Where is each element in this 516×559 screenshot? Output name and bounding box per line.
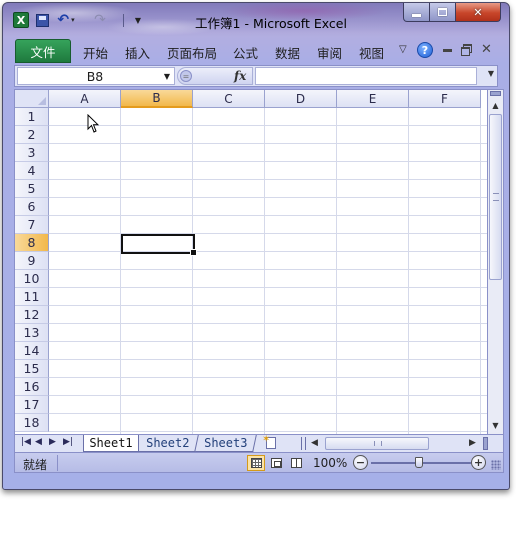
name-box-value: B8 xyxy=(86,68,104,84)
zoom-out-icon[interactable]: − xyxy=(353,455,368,470)
tab-data[interactable]: 数据 xyxy=(275,43,300,62)
vertical-scrollbar[interactable]: ▲ ▼ xyxy=(488,89,504,435)
sheet-tab-sheet3[interactable]: Sheet3 xyxy=(195,435,257,452)
workbook-minimize-icon[interactable] xyxy=(443,49,452,52)
help-icon[interactable]: ? xyxy=(417,42,433,58)
minimize-button[interactable] xyxy=(403,3,430,22)
row-header-1[interactable]: 1 xyxy=(15,108,49,126)
zoom-in-icon[interactable]: + xyxy=(471,455,486,470)
workbook-close-icon[interactable]: ✕ xyxy=(481,42,492,57)
ribbon-collapse-icon[interactable]: ▽ xyxy=(399,44,407,55)
zoom-slider-thumb[interactable] xyxy=(415,457,423,468)
row-header-10[interactable]: 10 xyxy=(15,270,49,288)
row-header-6[interactable]: 6 xyxy=(15,198,49,216)
close-button[interactable]: ✕ xyxy=(456,3,501,22)
row-header-4[interactable]: 4 xyxy=(15,162,49,180)
column-header-a[interactable]: A xyxy=(49,90,121,108)
mouse-cursor-icon xyxy=(87,114,99,133)
horizontal-split-box[interactable] xyxy=(483,437,488,450)
column-header-c[interactable]: C xyxy=(193,90,265,108)
next-sheet-icon[interactable]: ▶ xyxy=(49,437,56,447)
window-controls: ✕ xyxy=(403,3,501,23)
view-normal-button[interactable] xyxy=(247,455,265,471)
window-title: 工作簿1 - Microsoft Excel xyxy=(195,16,347,31)
sheet-tab-sheet1[interactable]: Sheet1 xyxy=(83,435,139,452)
workbook-restore-icon[interactable] xyxy=(461,44,472,56)
previous-sheet-icon[interactable]: ◀ xyxy=(35,437,42,447)
active-cell-b8[interactable] xyxy=(121,234,197,256)
excel-window: X ↶ ▾ ↷ ▼ 工作簿1 - Microsoft Excel ✕ 文件 开始 … xyxy=(2,2,510,490)
insert-worksheet-icon[interactable]: ✶ xyxy=(262,434,279,450)
row-header-18[interactable]: 18 xyxy=(15,414,49,432)
formula-splitter-icon[interactable]: = xyxy=(180,70,192,82)
view-page-layout-button[interactable] xyxy=(267,455,285,471)
worksheet-grid: ABCDEF 1 2 3 4 5 6 7 8 9 10 11 12 13 14 15 16 17 18 xyxy=(14,89,488,435)
expand-formula-bar-icon[interactable]: ▼ xyxy=(488,69,494,78)
name-box[interactable]: B8 ▼ xyxy=(17,67,175,85)
ribbon-tab-bar: 文件 开始 插入 页面布局 公式 数据 审阅 视图 ▽ ? ✕ xyxy=(11,39,501,63)
row-header-15[interactable]: 15 xyxy=(15,360,49,378)
row-header-7[interactable]: 7 xyxy=(15,216,49,234)
vertical-scroll-thumb[interactable] xyxy=(489,114,502,280)
tab-formulas[interactable]: 公式 xyxy=(233,43,258,62)
tab-home[interactable]: 开始 xyxy=(83,43,108,62)
scroll-right-icon[interactable]: ▶ xyxy=(469,438,476,448)
tab-insert[interactable]: 插入 xyxy=(125,43,150,62)
scroll-left-icon[interactable]: ◀ xyxy=(311,438,318,448)
screen: X ↶ ▾ ↷ ▼ 工作簿1 - Microsoft Excel ✕ 文件 开始 … xyxy=(0,0,516,559)
row-header-16[interactable]: 16 xyxy=(15,378,49,396)
tab-page-layout[interactable]: 页面布局 xyxy=(167,43,217,62)
normal-view-icon xyxy=(250,458,262,468)
sheet-tab-sheet2[interactable]: Sheet2 xyxy=(137,435,199,452)
status-bar: 就绪 100% − + xyxy=(14,453,504,473)
sheet-tab-bar: |◀ ◀ ▶ ▶| Sheet1 Sheet2 Sheet3 ✶ ◀ ▶ xyxy=(14,434,504,453)
sheet-tab-label: Sheet3 xyxy=(203,436,248,450)
maximize-icon xyxy=(438,8,447,16)
page-layout-view-icon xyxy=(270,458,282,468)
column-header-d[interactable]: D xyxy=(265,90,337,108)
column-header-b[interactable]: B xyxy=(121,90,193,108)
file-tab[interactable]: 文件 xyxy=(15,39,71,63)
row-header-9[interactable]: 9 xyxy=(15,252,49,270)
column-header-e[interactable]: E xyxy=(337,90,409,108)
status-divider xyxy=(57,455,58,471)
formula-buttons: = fx xyxy=(177,67,253,85)
cell-grid[interactable] xyxy=(49,108,487,434)
scroll-down-icon[interactable]: ▼ xyxy=(488,418,503,432)
row-header-11[interactable]: 11 xyxy=(15,288,49,306)
name-box-dropdown-icon[interactable]: ▼ xyxy=(160,72,174,81)
column-header-f[interactable]: F xyxy=(409,90,481,108)
last-sheet-icon[interactable]: ▶| xyxy=(63,437,73,447)
first-sheet-icon[interactable]: |◀ xyxy=(21,437,31,447)
tab-view[interactable]: 视图 xyxy=(359,43,384,62)
formula-bar: B8 ▼ = fx ▼ xyxy=(14,65,498,87)
insert-function-icon[interactable]: fx xyxy=(234,69,246,83)
status-ready-text: 就绪 xyxy=(23,458,48,472)
formula-input[interactable] xyxy=(255,67,477,85)
row-header-2[interactable]: 2 xyxy=(15,126,49,144)
scroll-up-icon[interactable]: ▲ xyxy=(488,98,503,112)
sheet-tab-label: Sheet2 xyxy=(145,436,190,450)
vertical-split-box[interactable] xyxy=(490,91,501,96)
tab-split-handle[interactable] xyxy=(301,437,306,450)
row-header-12[interactable]: 12 xyxy=(15,306,49,324)
horizontal-scroll-thumb[interactable] xyxy=(325,437,429,450)
row-header-5[interactable]: 5 xyxy=(15,180,49,198)
row-header-17[interactable]: 17 xyxy=(15,396,49,414)
maximize-button[interactable] xyxy=(430,3,456,22)
tab-review[interactable]: 审阅 xyxy=(317,43,342,62)
sheet-tab-label: Sheet1 xyxy=(89,436,133,450)
row-header-13[interactable]: 13 xyxy=(15,324,49,342)
select-all-button[interactable] xyxy=(15,90,49,108)
close-icon: ✕ xyxy=(473,5,483,19)
row-header-3[interactable]: 3 xyxy=(15,144,49,162)
minimize-icon xyxy=(412,13,421,17)
row-header-14[interactable]: 14 xyxy=(15,342,49,360)
zoom-level[interactable]: 100% xyxy=(313,456,347,470)
view-page-break-button[interactable] xyxy=(287,455,305,471)
page-break-view-icon xyxy=(290,458,302,468)
resize-grip-icon[interactable] xyxy=(491,460,501,470)
title-bar: X ↶ ▾ ↷ ▼ 工作簿1 - Microsoft Excel ✕ xyxy=(3,3,509,35)
row-header-8[interactable]: 8 xyxy=(15,234,49,252)
